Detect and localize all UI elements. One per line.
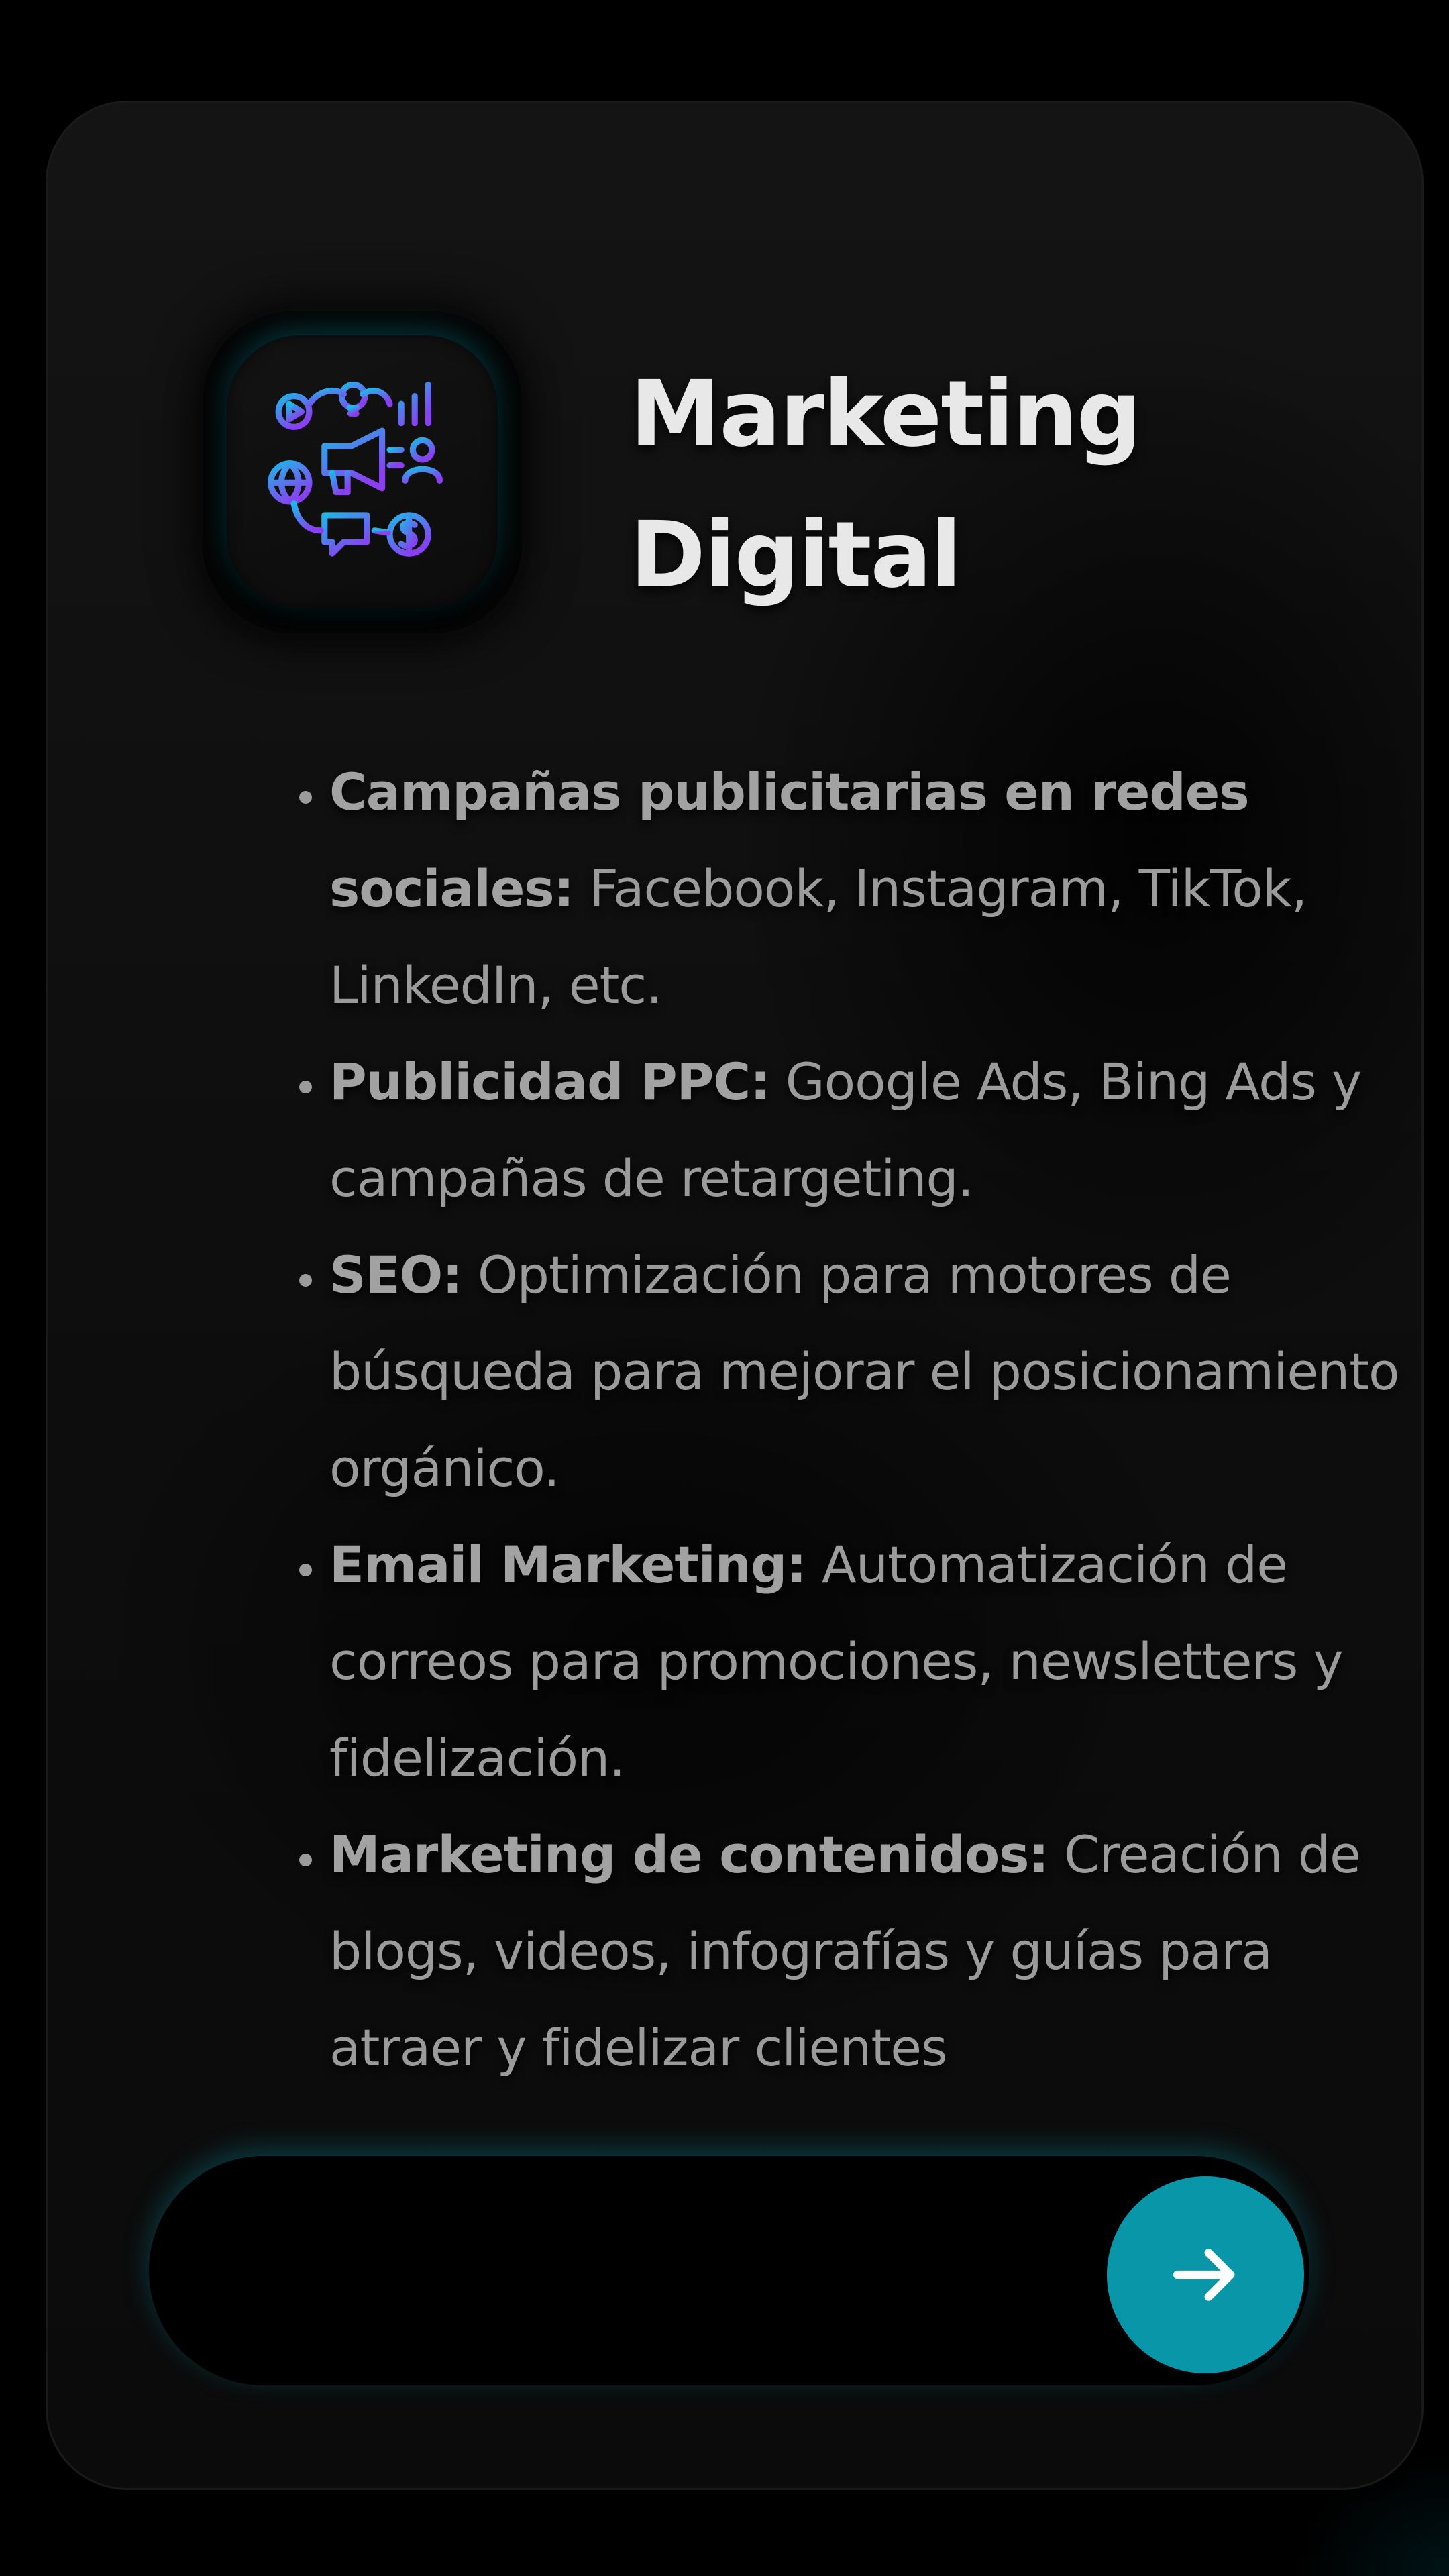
feature-list: Campañas publicitarias en redes sociales… — [249, 744, 1403, 2096]
feature-item-seo: SEO: Optimización para motores de búsque… — [329, 1227, 1403, 1517]
feature-item-content: Marketing de contenidos: Creación de blo… — [329, 1807, 1403, 2096]
icon-tile-inner — [227, 335, 498, 609]
feature-item-ppc: Publicidad PPC: Google Ads, Bing Ads y c… — [329, 1034, 1403, 1227]
service-card: Marketing Digital Campañas publicitarias… — [46, 101, 1424, 2490]
icon-tile — [199, 307, 526, 637]
digital-marketing-icon — [268, 381, 443, 557]
feature-item-email: Email Marketing: Automatización de corre… — [329, 1517, 1403, 1807]
arrow-button[interactable] — [1107, 2176, 1304, 2373]
feature-label: SEO: — [329, 1245, 463, 1305]
card-title-line-1: Marketing — [630, 362, 1142, 468]
feature-label: Email Marketing: — [329, 1535, 807, 1595]
arrow-right-icon — [1173, 2249, 1235, 2301]
feature-item-social-ads: Campañas publicitarias en redes sociales… — [329, 744, 1403, 1034]
feature-label: Publicidad PPC: — [329, 1052, 771, 1112]
page: Marketing Digital Campañas publicitarias… — [0, 0, 1449, 2576]
card-title: Marketing Digital — [630, 344, 1368, 626]
feature-label: Marketing de contenidos: — [329, 1825, 1049, 1884]
feature-text: Optimización para motores de búsqueda pa… — [329, 1245, 1400, 1498]
card-title-line-2: Digital — [630, 502, 962, 608]
